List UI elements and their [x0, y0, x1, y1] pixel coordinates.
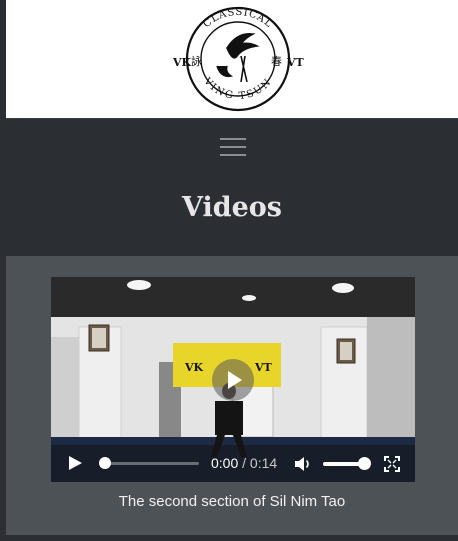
svg-text:CLASSICAL: CLASSICAL [201, 7, 274, 30]
main-content: VK VT 0:00 / 0:14 The second section of … [6, 256, 458, 541]
site-logo[interactable]: CLASSICAL VING TSUN VK VT 詠 春 [161, 4, 316, 114]
fullscreen-icon[interactable] [384, 456, 400, 472]
page-title: Videos [182, 192, 282, 223]
seek-bar[interactable] [99, 462, 199, 465]
svg-text:VING TSUN: VING TSUN [201, 75, 275, 102]
play-icon[interactable] [69, 456, 82, 470]
duration: 0:14 [249, 455, 278, 471]
video-player[interactable]: VK VT 0:00 / 0:14 [51, 277, 415, 482]
video-controls: 0:00 / 0:14 [51, 445, 415, 482]
navbar [6, 118, 458, 174]
volume-icon[interactable] [294, 455, 312, 473]
logo-left-glyph: 詠 [191, 54, 202, 68]
video-caption: The second section of Sil Nim Tao [118, 493, 346, 510]
big-play-button[interactable] [212, 359, 254, 401]
banner-right-text: VT [254, 361, 273, 374]
volume-thumb[interactable] [358, 457, 371, 470]
title-banner: Videos [6, 174, 458, 256]
hamburger-icon[interactable] [220, 135, 246, 159]
logo-right-text: VT [286, 56, 305, 69]
current-time: 0:00 [211, 455, 239, 471]
logo-header: CLASSICAL VING TSUN VK VT 詠 春 [6, 0, 458, 118]
crane-emblem [216, 32, 260, 83]
banner-left-text: VK [184, 361, 204, 374]
bottom-strip [6, 535, 458, 541]
time-display: 0:00 / 0:14 [211, 455, 277, 471]
seek-thumb[interactable] [99, 457, 111, 469]
logo-right-glyph: 春 [271, 55, 282, 68]
time-separator: / [242, 455, 247, 471]
logo-bottom-text: VING TSUN [201, 75, 273, 102]
logo-left-text: VK [172, 56, 192, 69]
logo-top-text: CLASSICAL [201, 7, 273, 30]
